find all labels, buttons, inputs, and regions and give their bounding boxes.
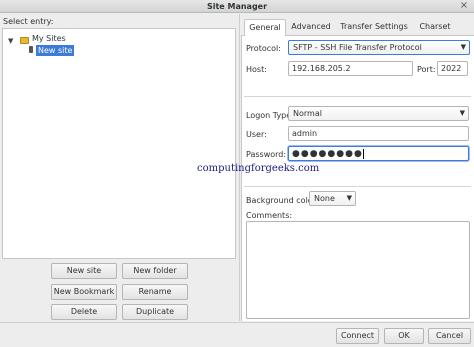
select-entry-label: Select entry: bbox=[3, 17, 54, 26]
duplicate-button[interactable]: Duplicate bbox=[122, 304, 188, 320]
port-label: Port: bbox=[417, 65, 436, 74]
separator bbox=[244, 186, 471, 187]
logon-type-select[interactable]: Normal ▼ bbox=[288, 106, 469, 121]
folder-icon bbox=[20, 37, 29, 44]
tab-bar: General Advanced Transfer Settings Chars… bbox=[241, 19, 474, 37]
window-title: Site Manager bbox=[206, 2, 268, 11]
host-label: Host: bbox=[246, 65, 267, 74]
connect-button[interactable]: Connect bbox=[336, 328, 379, 344]
site-tree[interactable]: ▼ My Sites New site bbox=[2, 28, 236, 259]
host-input[interactable]: 192.168.205.2 bbox=[288, 61, 413, 76]
background-color-value: None bbox=[314, 194, 335, 203]
tab-transfer-settings[interactable]: Transfer Settings bbox=[336, 19, 412, 36]
protocol-label: Protocol: bbox=[246, 44, 281, 53]
expander-icon[interactable]: ▼ bbox=[8, 37, 13, 45]
ok-button[interactable]: OK bbox=[384, 328, 424, 344]
window-titlebar: Site Manager × bbox=[0, 0, 474, 13]
text-caret bbox=[362, 148, 364, 159]
protocol-value: SFTP - SSH File Transfer Protocol bbox=[293, 43, 422, 52]
site-icon bbox=[29, 46, 33, 53]
tab-advanced[interactable]: Advanced bbox=[289, 19, 333, 36]
tab-general[interactable]: General bbox=[244, 19, 286, 37]
comments-textarea[interactable] bbox=[246, 221, 470, 319]
tab-charset[interactable]: Charset bbox=[415, 19, 455, 36]
close-icon[interactable]: × bbox=[457, 0, 471, 12]
tree-item-new-site[interactable]: New site bbox=[36, 45, 75, 56]
logon-type-value: Normal bbox=[293, 109, 322, 118]
watermark: computingforgeeks.com bbox=[197, 163, 320, 174]
tree-folder-my-sites[interactable]: My Sites bbox=[32, 34, 66, 43]
separator bbox=[244, 96, 471, 97]
comments-label: Comments: bbox=[246, 211, 293, 220]
logon-type-label: Logon Type: bbox=[246, 111, 294, 120]
chevron-down-icon: ▼ bbox=[346, 194, 352, 202]
chevron-down-icon: ▼ bbox=[459, 109, 465, 117]
new-bookmark-button[interactable]: New Bookmark bbox=[51, 284, 117, 300]
protocol-select[interactable]: SFTP - SSH File Transfer Protocol ▼ bbox=[288, 40, 470, 55]
user-label: User: bbox=[246, 130, 267, 139]
rename-button[interactable]: Rename bbox=[122, 284, 188, 300]
password-label: Password: bbox=[246, 150, 287, 159]
background-color-select[interactable]: None ▼ bbox=[309, 191, 356, 206]
new-folder-button[interactable]: New folder bbox=[122, 263, 188, 279]
password-value: ●●●●●●●● bbox=[292, 149, 363, 159]
background-color-label: Background color: bbox=[246, 196, 319, 205]
chevron-down-icon: ▼ bbox=[460, 43, 466, 51]
new-site-button[interactable]: New site bbox=[51, 263, 117, 279]
user-input[interactable]: admin bbox=[288, 126, 469, 141]
footer-separator bbox=[0, 322, 474, 323]
delete-button[interactable]: Delete bbox=[51, 304, 117, 320]
password-input[interactable]: ●●●●●●●● bbox=[288, 146, 469, 161]
cancel-button[interactable]: Cancel bbox=[428, 328, 471, 344]
port-input[interactable]: 2022 bbox=[437, 61, 468, 76]
